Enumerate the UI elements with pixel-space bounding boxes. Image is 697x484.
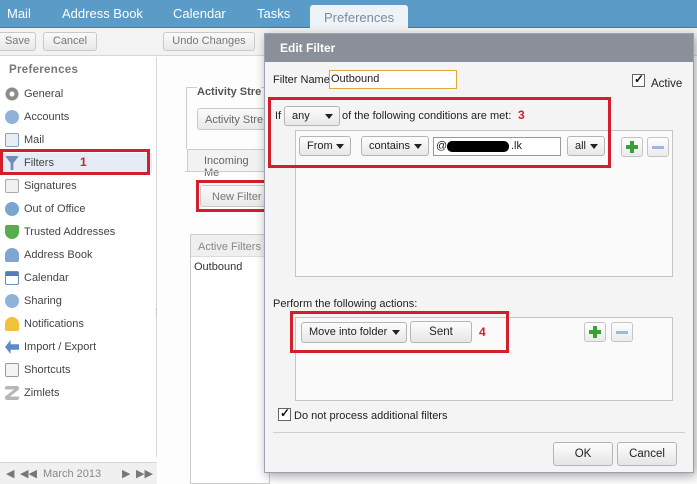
active-label: Active <box>651 78 683 90</box>
cancel-dialog-button[interactable]: Cancel <box>617 442 677 466</box>
annotation-number-4: 4 <box>479 325 486 339</box>
preferences-sidebar: Preferences General Accounts Mail Filter… <box>0 57 158 457</box>
plus-icon <box>589 326 601 338</box>
shield-icon <box>5 225 19 239</box>
sidebar-item-label: Shortcuts <box>24 364 71 376</box>
sidebar-item-label: Signatures <box>24 180 77 192</box>
activity-stream-section: Activity Stre Activity Stre <box>186 86 277 149</box>
sidebar-item-sharing[interactable]: Sharing <box>2 291 152 311</box>
sidebar-item-signatures[interactable]: Signatures <box>2 176 152 196</box>
sidebar-item-label: Notifications <box>24 318 84 330</box>
undo-changes-button[interactable]: Undo Changes <box>163 32 255 51</box>
sidebar-item-label: Mail <box>24 134 45 146</box>
activity-stream-heading: Activity Stre <box>197 86 262 98</box>
annotation-box-3 <box>268 97 611 168</box>
zimlets-icon <box>5 386 19 400</box>
tab-tasks[interactable]: Tasks <box>257 6 290 21</box>
minus-icon <box>652 146 664 149</box>
tab-preferences[interactable]: Preferences <box>310 5 409 28</box>
sidebar-item-label: Accounts <box>24 111 70 123</box>
sidebar-item-shortcuts[interactable]: Shortcuts <box>2 360 152 380</box>
tab-mail[interactable]: Mail <box>7 6 31 21</box>
import-export-icon <box>5 340 19 354</box>
mail-icon <box>5 133 19 147</box>
sidebar-item-label: Calendar <box>24 272 69 284</box>
tab-divider <box>185 171 267 172</box>
address-book-icon <box>5 248 19 262</box>
add-action-button[interactable] <box>584 322 606 342</box>
bell-icon <box>5 317 19 331</box>
sidebar-item-label: Sharing <box>24 295 62 307</box>
dialog-divider <box>273 432 685 433</box>
signature-icon <box>5 179 19 193</box>
plus-icon <box>626 141 638 153</box>
filter-name-label: Filter Name: <box>273 74 333 86</box>
annotation-number-3: 3 <box>518 108 525 122</box>
sharing-icon <box>5 294 19 308</box>
stop-processing-checkbox[interactable]: ✓ <box>278 406 291 421</box>
active-checkbox[interactable]: ✓ <box>632 72 645 87</box>
calendar-icon <box>5 271 19 285</box>
sidebar-item-label: General <box>24 88 64 100</box>
accounts-icon <box>5 110 19 124</box>
actions-label: Perform the following actions: <box>273 298 418 310</box>
remove-action-button[interactable] <box>611 322 633 342</box>
mini-calendar-month: March 2013 <box>43 468 102 480</box>
active-filters-list: Active Filters Outbound <box>190 234 270 484</box>
mini-calendar-footer: ◀ ◀◀ March 2013 ▶ ▶▶ <box>0 462 157 484</box>
sidebar-item-label: Address Book <box>24 249 93 261</box>
filter-name-input[interactable]: Outbound <box>329 70 457 89</box>
save-button[interactable]: Save <box>0 32 36 51</box>
annotation-box-1 <box>0 149 150 175</box>
sidebar-item-mail[interactable]: Mail <box>2 130 152 150</box>
sidebar-item-label: Import / Export <box>24 341 97 353</box>
dialog-title: Edit Filter <box>265 34 693 62</box>
next-year-icon[interactable]: ▶▶ <box>136 467 153 480</box>
sidebar-item-import-export[interactable]: Import / Export <box>2 337 152 357</box>
annotation-number-1: 1 <box>80 155 87 169</box>
next-month-icon[interactable]: ▶ <box>122 467 130 480</box>
add-condition-button[interactable] <box>621 137 643 157</box>
prev-year-icon[interactable]: ◀◀ <box>20 467 37 480</box>
prev-month-icon[interactable]: ◀ <box>6 467 14 480</box>
out-of-office-icon <box>5 202 19 216</box>
sidebar-heading: Preferences <box>9 64 79 76</box>
shortcuts-icon <box>5 363 19 377</box>
sidebar-item-label: Trusted Addresses <box>24 226 116 238</box>
sidebar-item-general[interactable]: General <box>2 84 152 104</box>
active-filters-header: Active Filters <box>191 235 269 257</box>
sidebar-item-calendar[interactable]: Calendar <box>2 268 152 288</box>
cancel-button[interactable]: Cancel <box>43 32 97 51</box>
sidebar-item-address-book[interactable]: Address Book <box>2 245 152 265</box>
filter-row-outbound[interactable]: Outbound <box>191 257 269 273</box>
sidebar-item-label: Zimlets <box>24 387 60 399</box>
tab-address-book[interactable]: Address Book <box>62 6 143 21</box>
minus-icon <box>616 331 628 334</box>
remove-condition-button[interactable] <box>647 137 669 157</box>
top-navigation: Mail Address Book Calendar Tasks Prefere… <box>0 0 697 28</box>
sidebar-item-zimlets[interactable]: Zimlets <box>2 383 152 403</box>
tab-incoming-messages[interactable]: Incoming Me <box>187 149 267 179</box>
sidebar-item-label: Out of Office <box>24 203 86 215</box>
sidebar-item-out-of-office[interactable]: Out of Office <box>2 199 152 219</box>
sidebar-item-accounts[interactable]: Accounts <box>2 107 152 127</box>
annotation-box-4 <box>290 311 509 353</box>
sidebar-item-notifications[interactable]: Notifications <box>2 314 152 334</box>
ok-button[interactable]: OK <box>553 442 613 466</box>
gear-icon <box>5 87 19 101</box>
tab-calendar[interactable]: Calendar <box>173 6 226 21</box>
sidebar-item-trusted-addresses[interactable]: Trusted Addresses <box>2 222 152 242</box>
stop-processing-label: Do not process additional filters <box>294 410 448 422</box>
